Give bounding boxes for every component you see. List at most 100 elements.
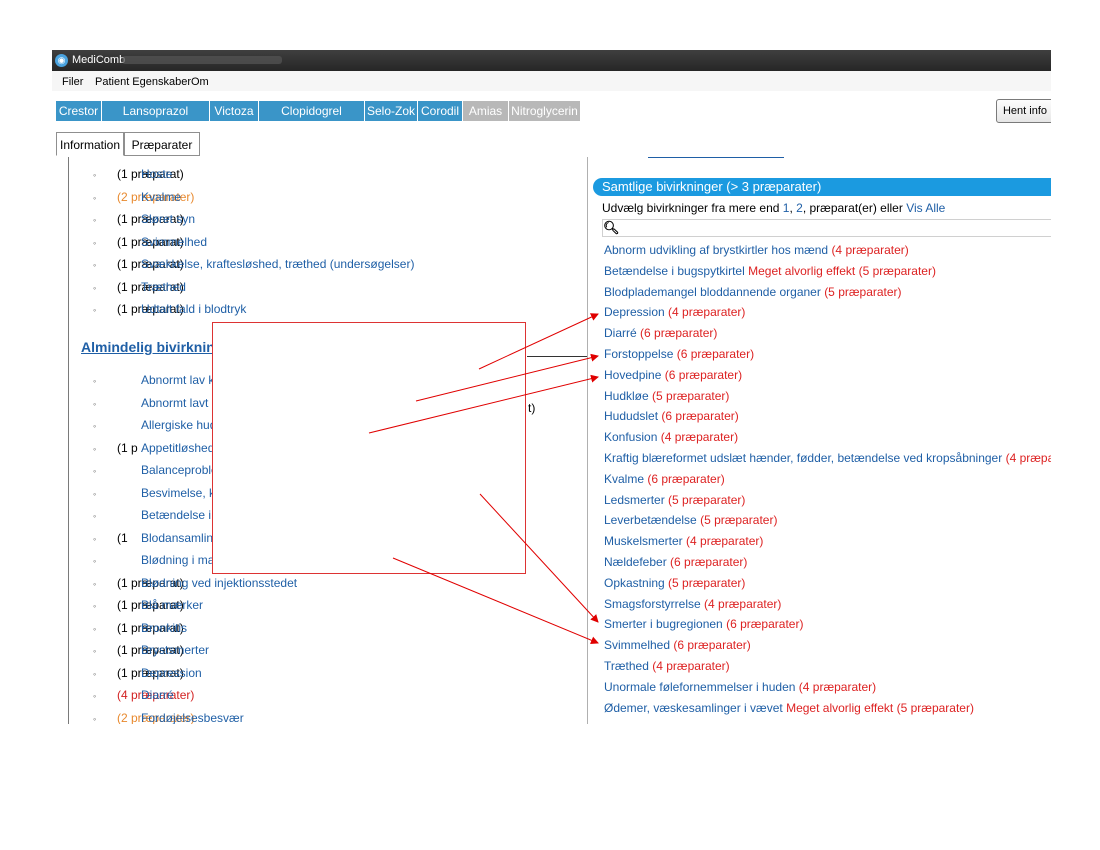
list-item-text: Sløret syn (1 præparat): [117, 212, 195, 226]
side-effect-link[interactable]: Smerter i bugregionen: [604, 617, 723, 631]
side-effect-link[interactable]: Hudkløe: [604, 389, 649, 403]
side-effect-link[interactable]: Hududslet: [604, 409, 658, 423]
side-effect-link[interactable]: Ledsmerter: [604, 493, 665, 507]
side-effect-link[interactable]: Bronkitis: [141, 621, 187, 635]
side-effect-link[interactable]: Træthed: [141, 280, 186, 294]
right-pane: Samtlige bivirkninger (> 3 præparater) U…: [587, 157, 1051, 724]
drug-tab-nitroglycerin[interactable]: Nitroglycerin: [509, 101, 581, 121]
list-item: Betændelse i bugspytkirtel Meget alvorli…: [604, 264, 936, 278]
list-item: Hududslet (6 præparater): [604, 409, 739, 423]
bullet-icon: ◦: [93, 601, 97, 611]
list-item-text: Blødning ved injektionsstedet (1 præpara…: [117, 576, 297, 590]
menu-om[interactable]: Om: [191, 76, 209, 88]
drug-tab-corodil[interactable]: Corodil: [418, 101, 463, 121]
side-effect-link[interactable]: Brystsmerter: [141, 643, 209, 657]
drug-tab-lansoprazol[interactable]: Lansoprazol "KRKA": [102, 101, 210, 138]
count-label: (4 præpa: [1005, 451, 1051, 465]
list-item: Diarré (6 præparater): [604, 326, 717, 340]
vis-alle-link[interactable]: Vis Alle: [906, 201, 945, 215]
count-label: (5 præparater): [824, 284, 902, 299]
filter-link-2[interactable]: 2: [796, 201, 803, 215]
count-label: (4 præparater): [686, 534, 764, 549]
bullet-icon: ◦: [93, 623, 97, 634]
filter-link-1[interactable]: 1: [783, 201, 790, 215]
drug-tab-clopidogrel[interactable]: Clopidogrel "KRKA": [259, 101, 365, 138]
list-item: Leverbetændelse (5 præparater): [604, 513, 777, 527]
truncated-text: t): [528, 401, 536, 415]
side-effect-link[interactable]: Svimmelhed: [604, 638, 670, 652]
side-effect-link[interactable]: Betændelse i bugspytkirtel: [604, 264, 745, 278]
redaction-box: [212, 322, 526, 574]
drug-tab-selo-zok[interactable]: Selo-Zok: [365, 101, 418, 121]
list-item-text: Kvalme (2 præparater): [117, 190, 194, 204]
side-effect-link[interactable]: Blodansamling: [141, 531, 220, 545]
drug-tab-victoza[interactable]: Victoza: [210, 101, 259, 121]
menu-filer[interactable]: Filer: [62, 76, 83, 88]
count-label: (6 præparater): [670, 555, 748, 569]
side-effect-link[interactable]: Nældefeber: [604, 555, 667, 569]
list-item: Opkastning (5 præparater): [604, 576, 745, 590]
list-item-text: Fordøjelsesbesvær (2 præparater): [117, 711, 244, 725]
list-item: Forstoppelse (6 præparater): [604, 347, 754, 361]
side-effect-link[interactable]: Depression: [141, 666, 202, 680]
count-label: (4 præparater): [668, 305, 746, 320]
side-effect-link[interactable]: Appetitløshed: [141, 441, 214, 455]
list-item: Ødemer, væskesamlinger i vævet Meget alv…: [604, 701, 974, 715]
side-effect-link[interactable]: Kvalme: [141, 190, 181, 204]
side-effect-link[interactable]: Udtalt fald i blodtryk: [141, 302, 246, 316]
tab-praeparater[interactable]: Præparater: [124, 132, 200, 156]
side-effect-link[interactable]: Leverbetændelse: [604, 513, 697, 527]
side-effect-link[interactable]: Unormale følefornemmelser i huden: [604, 680, 795, 694]
bullet-icon: ◦: [93, 713, 97, 724]
bullet-icon: ◦: [93, 215, 97, 225]
hent-info-button[interactable]: Hent info: [996, 99, 1051, 123]
left-pane-border: [68, 157, 69, 724]
side-effect-link[interactable]: Abnorm udvikling af brystkirtler hos mæn…: [604, 243, 828, 257]
side-effect-link[interactable]: Svækkelse, kraftesløshed, træthed (under…: [141, 257, 414, 271]
bullet-icon: ◦: [93, 556, 97, 566]
severity-label: Meget alvorlig effekt: [748, 263, 856, 278]
side-effect-link[interactable]: Muskelsmerter: [604, 534, 683, 548]
list-item: Konfusion (4 præparater): [604, 430, 738, 444]
top-link-underline[interactable]: [648, 157, 784, 158]
count-label: (5 præparater): [668, 492, 746, 507]
side-effect-link[interactable]: Diarré: [141, 688, 174, 702]
count-label: (6 præparater): [673, 638, 751, 653]
tab-strip: Information Præparater: [52, 132, 572, 158]
count-label: (5 præparater): [668, 575, 746, 590]
side-effect-link[interactable]: Sløret syn: [141, 212, 195, 226]
list-item: Kvalme (6 præparater): [604, 472, 725, 486]
list-item: Hovedpine (6 præparater): [604, 368, 742, 382]
menu-patient-egenskaber[interactable]: Patient Egenskaber: [95, 76, 191, 88]
all-side-effects-header[interactable]: Samtlige bivirkninger (> 3 præparater): [593, 178, 1051, 196]
drug-tab-amias[interactable]: Amias: [463, 101, 509, 121]
side-effect-link[interactable]: Blodplademangel bloddannende organer: [604, 285, 821, 299]
side-effect-link[interactable]: Svimmelhed: [141, 235, 207, 249]
side-effect-link[interactable]: Hoste: [141, 167, 172, 181]
side-effect-link[interactable]: Depression: [604, 305, 665, 319]
side-effect-link[interactable]: Konfusion: [604, 430, 657, 444]
search-input[interactable]: 🔍︎: [602, 219, 1051, 237]
bullet-icon: ◦: [93, 578, 97, 589]
app-logo-icon: ◉: [55, 54, 68, 67]
side-effect-link[interactable]: Smagsforstyrrelse: [604, 597, 701, 611]
side-effect-link[interactable]: Fordøjelsesbesvær: [141, 711, 244, 725]
side-effect-link[interactable]: Blå mærker: [141, 598, 203, 612]
side-effect-link[interactable]: Ødemer, væskesamlinger i vævet: [604, 701, 783, 715]
list-item: Hudkløe (5 præparater): [604, 389, 729, 403]
side-effect-link[interactable]: Blødning ved injektionsstedet: [141, 576, 297, 590]
side-effect-link[interactable]: Kraftig blæreformet udslæt hænder, fødde…: [604, 451, 1002, 465]
count-label: (6 præparater): [726, 617, 804, 632]
title-smudge: [122, 56, 282, 64]
search-icon: 🔍︎: [603, 220, 620, 235]
side-effect-link[interactable]: Hovedpine: [604, 368, 661, 382]
side-effect-link[interactable]: Kvalme: [604, 472, 644, 486]
bullet-icon: ◦: [93, 488, 97, 499]
drug-tab-crestor[interactable]: Crestor: [56, 101, 102, 121]
side-effect-link[interactable]: Diarré: [604, 326, 637, 340]
side-effect-link[interactable]: Forstoppelse: [604, 347, 673, 361]
list-item-text: Diarré (4 præparater): [117, 688, 194, 702]
tab-information[interactable]: Information: [56, 132, 124, 156]
side-effect-link[interactable]: Træthed: [604, 659, 649, 673]
side-effect-link[interactable]: Opkastning: [604, 576, 665, 590]
